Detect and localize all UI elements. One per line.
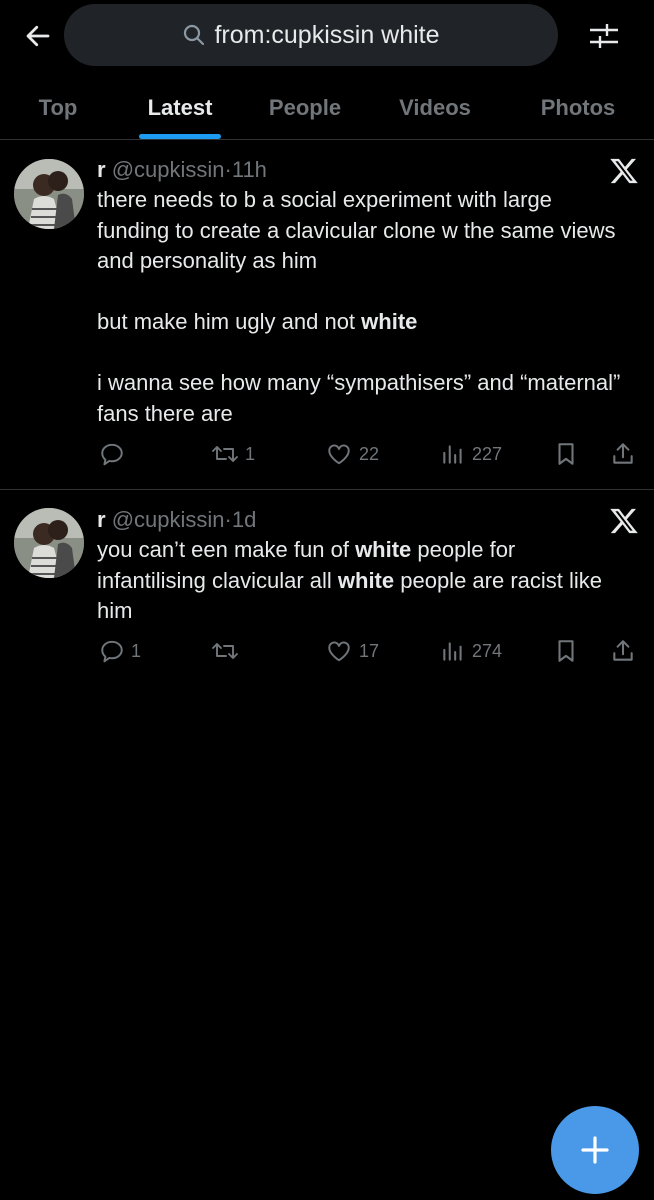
separator: · bbox=[224, 157, 232, 182]
arrow-left-icon bbox=[26, 25, 50, 47]
like-count: 22 bbox=[359, 443, 380, 464]
tab-videos[interactable]: Videos bbox=[382, 76, 488, 140]
tweet-text-part: you can’t een make fun of bbox=[97, 537, 356, 562]
avatar[interactable] bbox=[14, 508, 84, 578]
tab-latest[interactable]: Latest bbox=[128, 76, 232, 140]
repost-button[interactable] bbox=[211, 636, 245, 666]
tweet-text-part: there needs to b a social experiment wit… bbox=[97, 187, 616, 334]
repost-count: 1 bbox=[245, 443, 256, 464]
tweet-text: there needs to b a social experiment wit… bbox=[97, 185, 627, 429]
tab-photos[interactable]: Photos bbox=[524, 76, 632, 140]
search-term-highlight: white bbox=[361, 309, 418, 334]
share-icon bbox=[613, 640, 633, 661]
tweet-text-part: i wanna see how many “sympathisers” and … bbox=[97, 370, 621, 426]
reply-count: 1 bbox=[131, 640, 142, 661]
sliders-icon bbox=[590, 24, 618, 48]
user-handle[interactable]: @cupkissin bbox=[112, 157, 225, 182]
reply-icon bbox=[101, 443, 123, 466]
repost-icon bbox=[212, 446, 238, 462]
search-term-highlight: white bbox=[355, 537, 412, 562]
tweet-header: r @cupkissin·1d bbox=[97, 507, 256, 533]
bookmark-icon bbox=[558, 443, 574, 465]
like-button[interactable]: 22 bbox=[325, 439, 379, 469]
tab-top[interactable]: Top bbox=[14, 76, 102, 140]
x-logo-icon bbox=[610, 508, 638, 534]
reply-button[interactable] bbox=[99, 439, 131, 469]
active-tab-indicator bbox=[139, 134, 221, 139]
tweet[interactable]: r @cupkissin·11h there needs to b a soci… bbox=[0, 141, 654, 490]
views-icon bbox=[443, 445, 462, 464]
tweet-time[interactable]: 11h bbox=[232, 157, 267, 182]
tweet-time[interactable]: 1d bbox=[232, 507, 256, 532]
tweet-text: you can’t een make fun of white people f… bbox=[97, 535, 627, 627]
tab-people[interactable]: People bbox=[252, 76, 358, 140]
display-name[interactable]: r bbox=[97, 157, 106, 182]
repost-icon bbox=[212, 643, 238, 659]
share-button[interactable] bbox=[610, 636, 636, 666]
separator: · bbox=[224, 507, 232, 532]
heart-icon bbox=[328, 641, 350, 662]
like-count: 17 bbox=[359, 640, 380, 661]
bookmark-button[interactable] bbox=[553, 636, 579, 666]
search-query: from:cupkissin white bbox=[214, 20, 440, 49]
share-button[interactable] bbox=[610, 439, 636, 469]
x-logo-icon bbox=[610, 158, 638, 184]
user-handle[interactable]: @cupkissin bbox=[112, 507, 225, 532]
reply-button[interactable]: 1 bbox=[99, 636, 141, 666]
view-count: 227 bbox=[472, 443, 503, 464]
views-button[interactable]: 227 bbox=[440, 439, 502, 469]
top-bar: from:cupkissin white bbox=[0, 0, 654, 72]
share-icon bbox=[613, 443, 633, 464]
repost-button[interactable]: 1 bbox=[211, 439, 255, 469]
search-tabs: Top Latest People Videos Photos bbox=[0, 76, 654, 140]
search-term-highlight: white bbox=[337, 567, 395, 593]
views-icon bbox=[443, 642, 462, 661]
tweet-header: r @cupkissin·11h bbox=[97, 157, 267, 183]
compose-button[interactable] bbox=[551, 1106, 639, 1194]
search-input[interactable]: from:cupkissin white bbox=[64, 4, 558, 66]
back-button[interactable] bbox=[18, 16, 58, 56]
like-button[interactable]: 17 bbox=[325, 636, 379, 666]
bookmark-icon bbox=[558, 640, 574, 662]
reply-icon bbox=[101, 640, 123, 663]
avatar[interactable] bbox=[14, 159, 84, 229]
tweet[interactable]: r @cupkissin·1d you can’t een make fun o… bbox=[0, 491, 654, 681]
views-button[interactable]: 274 bbox=[440, 636, 502, 666]
display-name[interactable]: r bbox=[97, 507, 106, 532]
bookmark-button[interactable] bbox=[553, 439, 579, 469]
search-icon bbox=[182, 23, 206, 47]
view-count: 274 bbox=[472, 640, 503, 661]
search-settings-button[interactable] bbox=[582, 14, 626, 58]
plus-icon bbox=[581, 1136, 609, 1164]
heart-icon bbox=[328, 444, 350, 465]
